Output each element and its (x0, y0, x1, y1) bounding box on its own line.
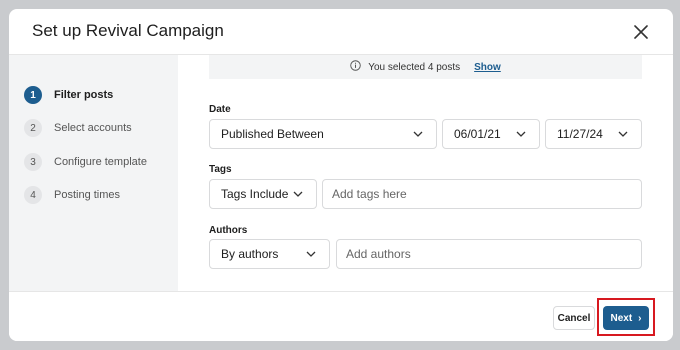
close-icon (634, 25, 648, 39)
authors-mode-value: By authors (221, 247, 279, 261)
step-configure-template[interactable]: 3 Configure template (24, 152, 147, 172)
step-number: 2 (24, 119, 42, 137)
authors-input[interactable]: Add authors (336, 239, 642, 269)
step-select-accounts[interactable]: 2 Select accounts (24, 118, 132, 138)
authors-placeholder: Add authors (346, 247, 411, 261)
step-label: Configure template (54, 156, 147, 168)
dialog-title: Set up Revival Campaign (32, 21, 224, 40)
date-mode-value: Published Between (221, 127, 324, 141)
tags-mode-value: Tags Include (221, 187, 289, 201)
steps-sidebar: 1 Filter posts 2 Select accounts 3 Confi… (9, 55, 178, 291)
show-selected-link[interactable]: Show (474, 62, 501, 73)
step-label: Filter posts (54, 89, 114, 101)
tags-mode-select[interactable]: Tags Include (209, 179, 317, 209)
filter-posts-form: You selected 4 posts Show Date Published… (178, 55, 673, 291)
tags-input[interactable]: Add tags here (322, 179, 642, 209)
start-date-select[interactable]: 06/01/21 (442, 119, 540, 149)
step-label: Posting times (54, 189, 121, 201)
dialog-footer: Cancel Next › (9, 291, 673, 341)
next-button-label: Next (610, 312, 633, 324)
cancel-button[interactable]: Cancel (553, 306, 595, 330)
selection-text: You selected 4 posts (368, 61, 461, 73)
revival-campaign-dialog: Set up Revival Campaign 1 Filter posts 2… (9, 9, 673, 341)
date-mode-select[interactable]: Published Between (209, 119, 437, 149)
authors-label: Authors (209, 225, 248, 236)
info-icon (350, 60, 361, 74)
start-date-value: 06/01/21 (454, 127, 501, 141)
close-button[interactable] (631, 22, 651, 42)
step-number: 4 (24, 186, 42, 204)
chevron-down-icon (618, 131, 632, 137)
step-posting-times[interactable]: 4 Posting times (24, 185, 120, 205)
step-number: 1 (24, 86, 42, 104)
tags-placeholder: Add tags here (332, 187, 407, 201)
step-number: 3 (24, 153, 42, 171)
chevron-down-icon (293, 191, 307, 197)
chevron-down-icon (516, 131, 530, 137)
selection-summary: You selected 4 posts Show (209, 55, 642, 79)
chevron-down-icon (413, 131, 427, 137)
chevron-down-icon (306, 251, 320, 257)
chevron-right-icon: › (638, 312, 642, 324)
next-button[interactable]: Next › (603, 306, 649, 330)
tags-label: Tags (209, 164, 232, 175)
date-label: Date (209, 104, 231, 115)
step-filter-posts[interactable]: 1 Filter posts (24, 85, 113, 105)
step-label: Select accounts (54, 122, 132, 134)
end-date-value: 11/27/24 (557, 127, 603, 141)
dialog-header: Set up Revival Campaign (9, 9, 673, 55)
end-date-select[interactable]: 11/27/24 (545, 119, 642, 149)
authors-mode-select[interactable]: By authors (209, 239, 330, 269)
